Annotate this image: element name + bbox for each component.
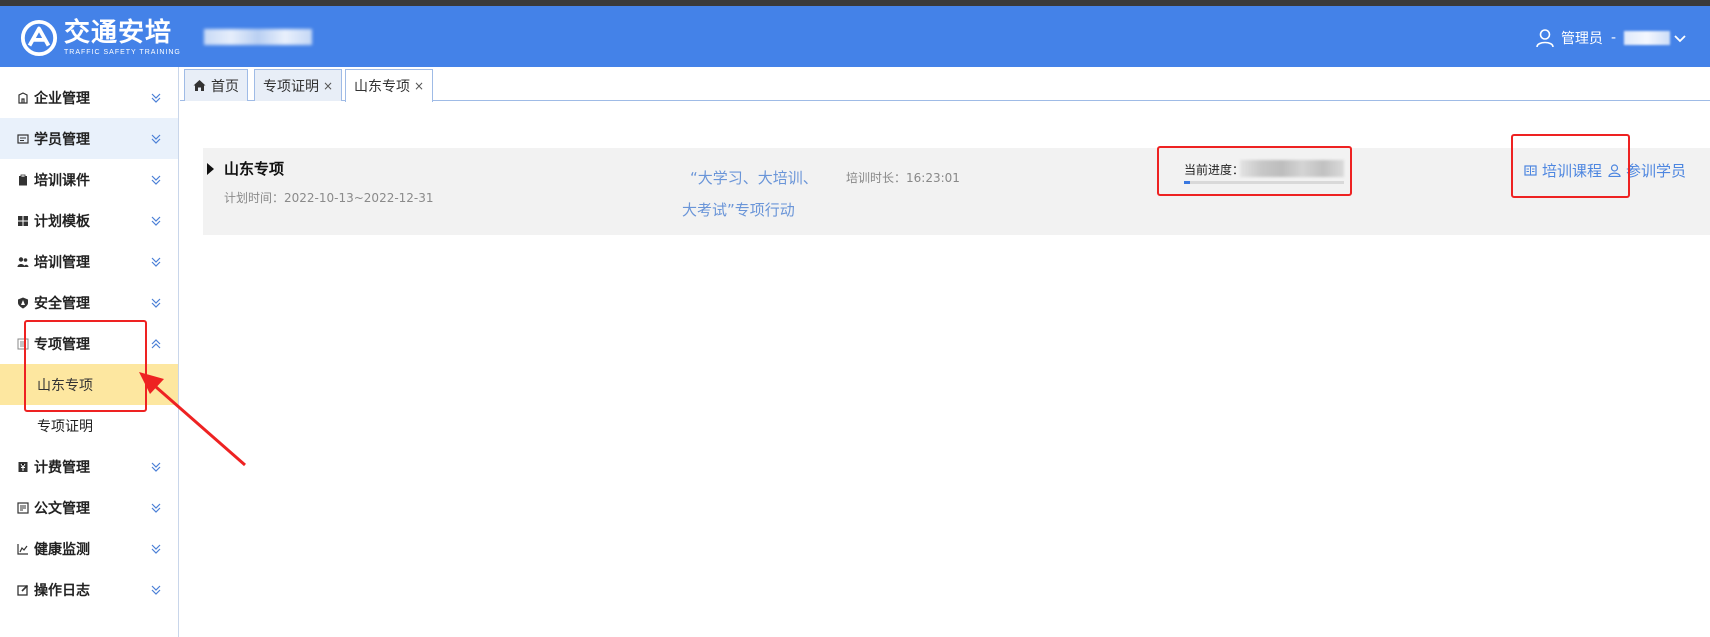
chevron-double-down-icon (151, 585, 161, 595)
sidebar-item-health[interactable]: 健康监测 (0, 528, 178, 569)
sidebar-item-label: 公文管理 (34, 500, 90, 517)
chevron-double-down-icon (151, 93, 161, 103)
document-icon (17, 501, 29, 514)
logo-title: 交通安培 (64, 18, 173, 48)
user-role: 管理员 (1560, 31, 1603, 47)
shield-icon (18, 297, 28, 308)
sidebar-item-label: 学员管理 (34, 131, 90, 148)
chevron-double-down-icon (151, 503, 161, 513)
tab-bar: 首页 专项证明 × 山东专项 × (180, 67, 1710, 102)
plan-time: 计划时间：2022-10-13~2022-12-31 (224, 191, 434, 205)
chart-icon (17, 543, 28, 555)
chevron-double-down-icon (151, 257, 161, 267)
clipboard-icon (19, 174, 27, 185)
chevron-double-up-icon (151, 338, 161, 348)
redacted-org-name (204, 29, 312, 45)
chevron-double-down-icon (151, 134, 161, 144)
tab-home[interactable]: 首页 (184, 69, 248, 101)
sidebar-item-label: 操作日志 (34, 582, 90, 599)
training-duration: 培训时长：16:23:01 (846, 171, 960, 185)
sidebar-item-logs[interactable]: 操作日志 (0, 569, 178, 610)
sidebar-subitem-label: 专项证明 (37, 418, 93, 435)
annotation-box-menu (24, 320, 147, 412)
annotation-box-actions (1511, 134, 1630, 198)
program-slogan-line1: “大学习、大培训、 (690, 169, 818, 187)
sidebar-item-training[interactable]: 培训管理 (0, 241, 178, 282)
annotation-arrow-icon (139, 372, 246, 467)
sidebar-item-safety[interactable]: 安全管理 (0, 282, 178, 323)
annotation-box-progress (1157, 146, 1352, 196)
program-title: 山东专项 (224, 160, 285, 178)
chevron-down-icon[interactable] (1674, 32, 1686, 44)
logo-text: 交通安培 TRAFFIC SAFETY TRAINING (64, 20, 181, 56)
chevron-double-down-icon (151, 175, 161, 185)
tab-label: 专项证明 (263, 78, 319, 95)
tab-special-certificate[interactable]: 专项证明 × (254, 69, 343, 101)
sidebar-item-label: 计划模板 (34, 213, 90, 230)
sidebar-item-label: 安全管理 (34, 295, 90, 312)
sidebar-item-label: 企业管理 (34, 90, 90, 107)
app-logo[interactable]: 交通安培 TRAFFIC SAFETY TRAINING (20, 18, 181, 58)
grid-icon (18, 215, 28, 226)
tab-label: 首页 (211, 78, 239, 95)
sidebar-item-label: 健康监测 (34, 541, 90, 558)
tab-shandong-special[interactable]: 山东专项 × (345, 69, 434, 102)
chevron-double-down-icon (151, 298, 161, 308)
participating-students-label: 参训学员 (1626, 162, 1687, 180)
sidebar-item-enterprise[interactable]: 企业管理 (0, 77, 178, 118)
logo-mark-icon (20, 19, 58, 57)
id-card-icon (17, 133, 29, 144)
sidebar-item-students[interactable]: 学员管理 (0, 118, 178, 159)
chevron-double-down-icon (151, 216, 161, 226)
sidebar-item-documents[interactable]: 公文管理 (0, 487, 178, 528)
redacted-user-name (1624, 31, 1670, 45)
logo-subtitle: TRAFFIC SAFETY TRAINING (64, 49, 181, 56)
user-menu[interactable]: 管理员 - (1535, 28, 1686, 48)
sidebar-item-label: 计费管理 (34, 459, 90, 476)
tab-label: 山东专项 (354, 79, 410, 95)
sidebar-item-label: 培训课件 (34, 172, 90, 189)
edit-icon (17, 584, 29, 596)
chevron-double-down-icon (151, 544, 161, 554)
sidebar-item-label: 培训管理 (34, 254, 90, 271)
sidebar-item-plan-template[interactable]: 计划模板 (0, 200, 178, 241)
user-icon (1536, 29, 1554, 48)
sidebar-item-courseware[interactable]: 培训课件 (0, 159, 178, 200)
home-icon (193, 80, 206, 91)
app-header: 交通安培 TRAFFIC SAFETY TRAINING 管理员 - (0, 6, 1710, 67)
expand-caret-icon[interactable] (207, 163, 214, 175)
building-icon (18, 91, 28, 104)
user-separator: - (1610, 30, 1616, 46)
users-icon (17, 256, 29, 267)
close-icon[interactable]: × (323, 79, 333, 93)
close-icon[interactable]: × (414, 79, 424, 93)
program-slogan-line2: 大考试”专项行动 (682, 201, 795, 219)
money-icon (18, 461, 28, 472)
